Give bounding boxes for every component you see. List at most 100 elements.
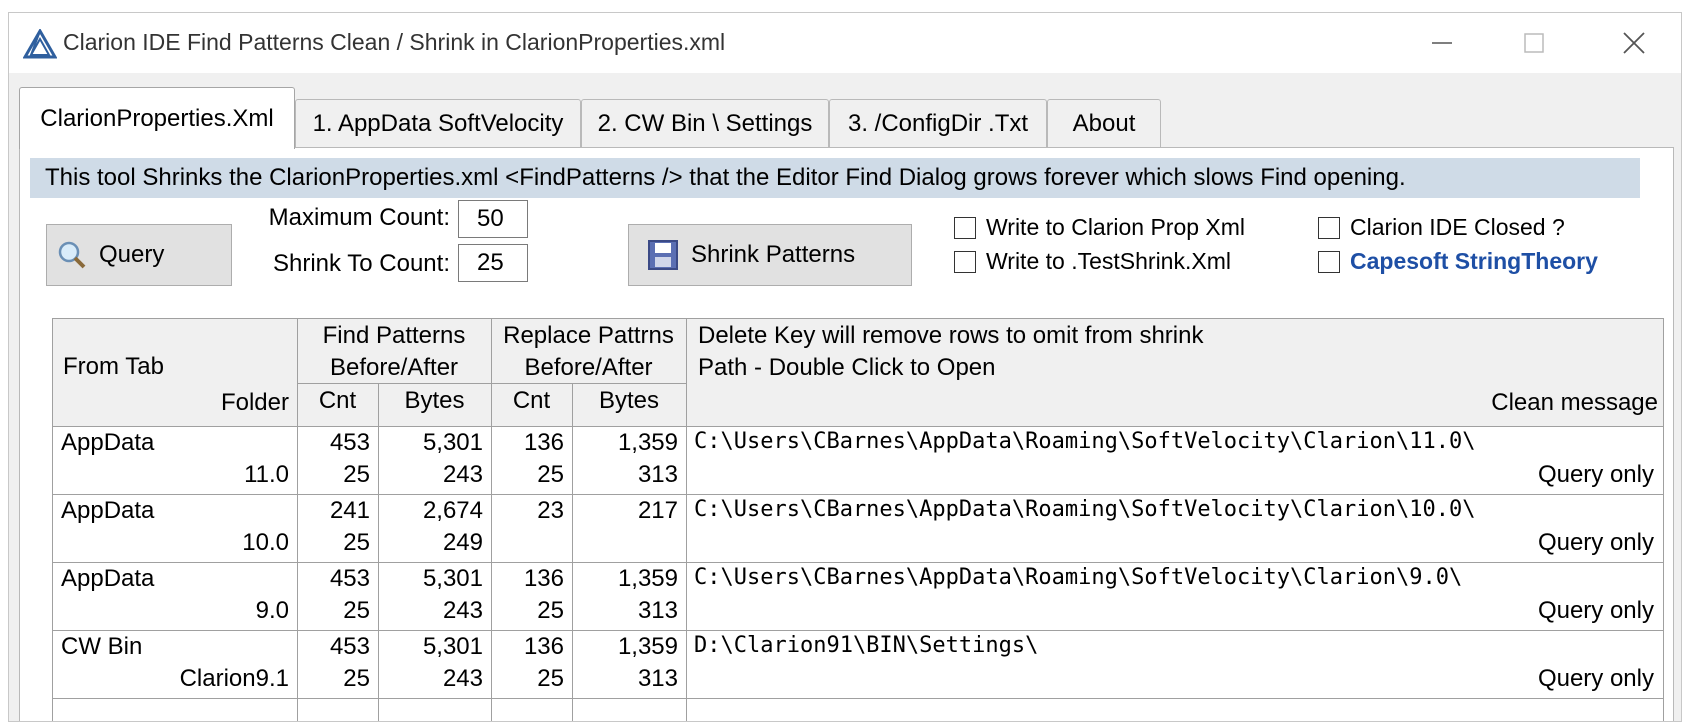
checkbox-box	[1318, 250, 1340, 273]
cell-rep-cnt-after: 25	[537, 597, 564, 624]
tab-cw-bin[interactable]: 2. CW Bin \ Settings	[581, 99, 829, 147]
close-button[interactable]	[1589, 13, 1679, 73]
cell-rep-cnt-before: 136	[523, 633, 564, 660]
table-row[interactable]: AppData 9.0 453 25 5,301 243 136 25 1,359 313 C:\U…	[53, 563, 1663, 631]
header-replace-patterns: Replace Pattrns	[503, 322, 674, 349]
tab-configdir[interactable]: 3. /ConfigDir .Txt	[829, 99, 1047, 147]
cell-from: CW Bin	[61, 633, 143, 660]
cell-rep-cnt-after: 25	[537, 461, 564, 488]
cell-folder: 11.0	[244, 461, 289, 488]
cell-rep-bytes-before: 1,359	[617, 429, 678, 456]
cell-rep-bytes-before: 1,359	[617, 565, 678, 592]
capesoft-stringtheory-link[interactable]: Capesoft StringTheory	[1350, 248, 1598, 275]
checkbox-box	[954, 216, 976, 239]
cell-rep-bytes-after: 313	[637, 597, 678, 624]
checkbox-box	[954, 250, 976, 273]
max-count-label: Maximum Count:	[268, 204, 450, 231]
header-replace-bytes: Bytes	[598, 387, 660, 414]
close-icon	[1623, 32, 1645, 54]
cell-find-bytes-after: 243	[442, 461, 483, 488]
checkbox-box	[1318, 216, 1340, 239]
cell-find-cnt-before: 453	[329, 565, 370, 592]
title-bar[interactable]: Clarion IDE Find Patterns Clean / Shrink…	[9, 13, 1681, 73]
cell-path: C:\Users\CBarnes\AppData\Roaming\SoftVel…	[694, 565, 1463, 590]
cell-message: Query only	[1537, 597, 1654, 624]
table-row[interactable]: AppData 11.0 453 25 5,301 243 136 25 1,359 313 C:\…	[53, 427, 1663, 495]
header-find-bytes: Bytes	[404, 387, 465, 414]
query-label: Query	[99, 241, 165, 268]
shrink-patterns-label: Shrink Patterns	[691, 241, 856, 268]
cell-find-bytes-after: 243	[442, 665, 483, 692]
cell-from: AppData	[61, 429, 155, 456]
write-test-xml-label: Write to .TestShrink.Xml	[986, 248, 1231, 274]
ide-closed-checkbox[interactable]: Clarion IDE Closed ?	[1318, 214, 1565, 241]
write-prop-xml-label: Write to Clarion Prop Xml	[986, 214, 1246, 240]
cell-find-bytes-before: 2,674	[422, 497, 483, 524]
cell-folder: 10.0	[242, 529, 289, 556]
cell-path: D:\Clarion91\BIN\Settings\	[694, 633, 1039, 658]
tab-about[interactable]: About	[1047, 99, 1161, 147]
minimize-icon	[1432, 42, 1452, 44]
cell-folder: 9.0	[255, 597, 289, 624]
cell-find-cnt-before: 453	[329, 633, 370, 660]
cell-find-cnt-before: 453	[329, 429, 370, 456]
tab-panel: This tool Shrinks the ClarionProperties.…	[19, 147, 1674, 721]
write-prop-xml-checkbox[interactable]: Write to Clarion Prop Xml	[954, 214, 1245, 241]
tab-clarionproperties[interactable]: ClarionProperties.Xml	[19, 87, 295, 149]
cell-find-cnt-after: 25	[343, 665, 370, 692]
shrink-to-input[interactable]: 25	[458, 244, 528, 282]
cell-rep-cnt-before: 23	[537, 497, 564, 524]
cell-find-bytes-before: 5,301	[422, 633, 483, 660]
window-title: Clarion IDE Find Patterns Clean / Shrink…	[63, 29, 726, 55]
cell-rep-cnt-before: 136	[523, 429, 564, 456]
capesoft-stringtheory-checkbox[interactable]: Capesoft StringTheory	[1318, 248, 1598, 275]
table-row[interactable]: AppData 10.0 241 25 2,674 249 23 217 C:\Users\CB…	[53, 495, 1663, 563]
cell-rep-cnt-after: 25	[537, 665, 564, 692]
main-window: Clarion IDE Find Patterns Clean / Shrink…	[8, 12, 1682, 722]
header-folder: Folder	[220, 389, 289, 416]
ide-closed-label: Clarion IDE Closed ?	[1350, 214, 1565, 240]
cell-rep-bytes-after: 313	[637, 665, 678, 692]
header-replace-cnt: Cnt	[512, 387, 551, 414]
header-delete-hint: Delete Key will remove rows to omit from…	[698, 322, 1204, 349]
cell-find-cnt-after: 25	[343, 529, 370, 556]
cell-from: AppData	[61, 565, 155, 592]
header-find-cnt: Cnt	[318, 387, 357, 414]
magnifier-icon	[57, 240, 87, 270]
cell-find-cnt-after: 25	[343, 597, 370, 624]
cell-rep-bytes-after: 313	[637, 461, 678, 488]
shrink-patterns-button[interactable]: Shrink Patterns	[628, 224, 912, 286]
max-count-input[interactable]: 50	[458, 200, 528, 238]
header-clean-message: Clean message	[1491, 389, 1658, 416]
floppy-disk-icon	[647, 239, 679, 271]
cell-find-bytes-after: 249	[442, 529, 483, 556]
clarion-logo-icon	[22, 27, 58, 59]
cell-folder: Clarion9.1	[179, 665, 289, 692]
cell-rep-cnt-before: 136	[523, 565, 564, 592]
cell-find-bytes-after: 243	[442, 597, 483, 624]
tab-appdata[interactable]: 1. AppData SoftVelocity	[295, 99, 581, 147]
cell-rep-bytes-before: 1,359	[617, 633, 678, 660]
cell-find-bytes-before: 5,301	[422, 429, 483, 456]
shrink-to-label: Shrink To Count:	[273, 250, 450, 277]
info-banner: This tool Shrinks the ClarionProperties.…	[30, 158, 1640, 198]
cell-rep-bytes-before: 217	[637, 497, 678, 524]
header-find-before-after: Before/After	[329, 354, 459, 381]
minimize-button[interactable]	[1397, 13, 1487, 73]
header-path: Path - Double Click to Open	[698, 354, 996, 381]
query-button[interactable]: Query	[46, 224, 232, 286]
cell-path: C:\Users\CBarnes\AppData\Roaming\SoftVel…	[694, 497, 1476, 522]
table-row[interactable]: CW Bin Clarion9.1 453 25 5,301 243 136 25 1,359 3…	[53, 631, 1663, 699]
write-test-xml-checkbox[interactable]: Write to .TestShrink.Xml	[954, 248, 1231, 275]
cell-from: AppData	[61, 497, 155, 524]
cell-find-cnt-before: 241	[329, 497, 370, 524]
results-grid[interactable]: From Tab Folder Find Patterns Before/Aft…	[52, 318, 1664, 721]
cell-find-bytes-before: 5,301	[422, 565, 483, 592]
cell-message: Query only	[1537, 529, 1654, 556]
maximize-button[interactable]	[1489, 13, 1579, 73]
header-from-tab: From Tab	[63, 353, 164, 380]
cell-message: Query only	[1537, 665, 1654, 692]
header-replace-before-after: Before/After	[524, 354, 653, 381]
cell-find-cnt-after: 25	[343, 461, 370, 488]
cell-path: C:\Users\CBarnes\AppData\Roaming\SoftVel…	[694, 429, 1476, 454]
